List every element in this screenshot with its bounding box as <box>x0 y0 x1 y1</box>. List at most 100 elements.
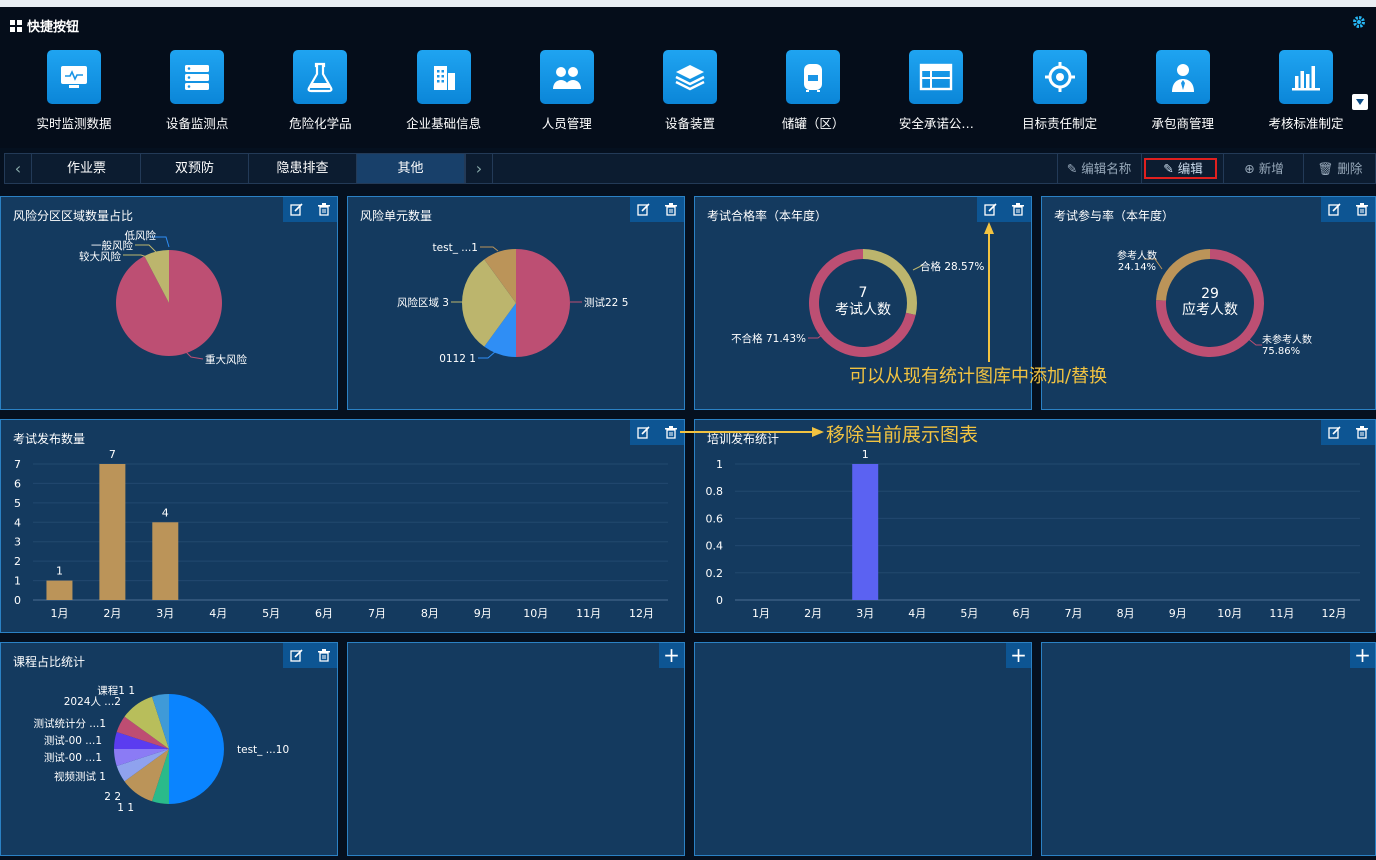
tab-yinhuanpaicha[interactable]: 隐患排查 <box>249 154 357 183</box>
rename-button[interactable]: ✎ 编辑名称 <box>1057 154 1140 183</box>
delete-button[interactable]: 🗑 删除 <box>1303 154 1376 183</box>
x-tick-label: 3月 <box>156 607 174 620</box>
x-tick-label: 1月 <box>50 607 68 620</box>
y-tick-label: 0.2 <box>706 567 724 580</box>
pie-chart <box>462 249 570 357</box>
x-tick-label: 9月 <box>474 607 492 620</box>
y-tick-label: 3 <box>14 536 21 549</box>
tab-shuangyufang[interactable]: 双预防 <box>141 154 249 183</box>
y-tick-label: 0.4 <box>706 540 724 553</box>
x-tick-label: 7月 <box>1065 607 1083 620</box>
quick-button-4[interactable]: 企业基础信息 <box>384 50 504 132</box>
y-tick-label: 0 <box>14 594 21 607</box>
x-tick-label: 1月 <box>752 607 770 620</box>
flask-icon <box>293 50 348 104</box>
quick-button-9[interactable]: 目标责任制定 <box>1000 50 1120 132</box>
quick-button-label: 人员管理 <box>541 116 592 131</box>
tabs-next-button[interactable]: › <box>465 154 493 183</box>
monitor-icon <box>47 50 101 104</box>
pie-label: test_ ...1 <box>433 242 478 254</box>
pie-label: 测试22 5 <box>584 296 628 309</box>
add-label: 新增 <box>1258 161 1284 176</box>
quick-buttons-header: 快捷按钮 <box>10 16 79 35</box>
pie-label: 较大风险 <box>79 250 121 263</box>
add-chart-button[interactable]: + <box>659 643 684 668</box>
pie-label: 风险区域 3 <box>397 296 449 309</box>
quick-button-11[interactable]: 考核标准制定 <box>1246 50 1366 132</box>
annotation-replace: 可以从现有统计图库中添加/替换 <box>849 366 1108 387</box>
table-icon <box>909 50 964 104</box>
quick-button-label: 实时监测数据 <box>36 116 112 131</box>
x-tick-label: 10月 <box>523 607 548 620</box>
quick-button-3[interactable]: 危险化学品 <box>260 50 380 132</box>
donut-label: 参考人数 <box>1117 249 1157 262</box>
pie-label: 重大风险 <box>205 353 247 366</box>
quick-button-7[interactable]: 储罐（区） <box>753 50 873 132</box>
panel-training-publish: 培训发布统计 0 0.2 0.4 0.6 0.8 1 1月 2月 3月 1 4月 5月 6月 7月 8月 9月… <box>694 419 1376 633</box>
target-icon <box>1032 50 1087 104</box>
quick-button-label: 储罐（区） <box>781 116 845 131</box>
quick-button-2[interactable]: 设备监测点 <box>137 50 257 132</box>
quick-button-label: 承包商管理 <box>1151 116 1215 131</box>
x-tick-label: 11月 <box>576 607 601 620</box>
quick-button-label: 设备装置 <box>664 116 715 131</box>
x-tick-label: 9月 <box>1169 607 1187 620</box>
bar <box>99 464 126 600</box>
bar <box>152 522 179 600</box>
add-chart-button[interactable]: + <box>1006 643 1031 668</box>
y-tick-label: 1 <box>716 458 723 471</box>
x-tick-label: 2月 <box>804 607 822 620</box>
quick-button-8[interactable]: 安全承诺公… <box>876 50 996 132</box>
quick-button-label: 设备监测点 <box>165 116 229 131</box>
pie-slice-major-risk <box>116 250 223 356</box>
annotation-remove: 移除当前展示图表 <box>826 424 979 446</box>
bar-chart-icon <box>1279 50 1333 104</box>
pie-label: 0112 1 <box>439 353 476 365</box>
top-strip <box>0 0 1376 7</box>
x-tick-label: 4月 <box>908 607 926 620</box>
quick-button-label: 危险化学品 <box>289 116 352 131</box>
donut-center-value: 7 <box>859 285 868 301</box>
y-tick-label: 5 <box>14 497 21 510</box>
quick-more-dropdown-button[interactable] <box>1352 94 1368 110</box>
quick-button-10[interactable]: 承包商管理 <box>1123 50 1243 132</box>
tab-qita[interactable]: 其他 <box>357 154 465 183</box>
x-tick-label: 5月 <box>960 607 978 620</box>
quick-button-5[interactable]: 人员管理 <box>507 50 627 132</box>
server-icon <box>170 50 225 104</box>
person-tie-icon <box>1155 50 1210 104</box>
x-tick-label: 12月 <box>1321 607 1346 620</box>
pie-chart <box>114 694 224 804</box>
pie-label: 2024人 ...2 <box>64 696 121 708</box>
pie-label: 测试统计分 ...1 <box>33 717 106 730</box>
add-button[interactable]: ⊕ 新增 <box>1223 154 1304 183</box>
tab-zuoyepiao[interactable]: 作业票 <box>33 154 141 183</box>
bar <box>46 580 73 600</box>
tank-icon <box>786 50 841 104</box>
quick-button-6[interactable]: 设备装置 <box>630 50 750 132</box>
x-tick-label: 11月 <box>1269 607 1294 620</box>
donut-label: 不合格 71.43% <box>731 332 806 345</box>
bar <box>852 464 879 600</box>
x-tick-label: 6月 <box>315 607 333 620</box>
quick-button-1[interactable]: 实时监测数据 <box>14 50 134 132</box>
tabs-prev-button[interactable]: ‹ <box>5 154 32 183</box>
x-tick-label: 4月 <box>209 607 227 620</box>
pie-label: 视频测试 1 <box>54 770 106 783</box>
pie-label: 1 1 <box>117 802 134 814</box>
donut-center-label: 应考人数 <box>1182 301 1238 318</box>
panel-empty-3: + <box>1041 642 1376 856</box>
quick-button-label: 安全承诺公… <box>898 116 974 131</box>
edit-icon: ✎ <box>1066 161 1082 176</box>
layers-icon <box>663 50 717 104</box>
panel-empty-2: + <box>694 642 1032 856</box>
bar-data-label: 4 <box>162 506 169 519</box>
x-tick-label: 3月 <box>856 607 874 620</box>
add-chart-button[interactable]: + <box>1350 643 1375 668</box>
gear-icon[interactable] <box>1352 15 1366 33</box>
panel-empty-1: + <box>347 642 685 856</box>
donut-center-value: 29 <box>1201 286 1219 302</box>
y-tick-label: 0 <box>716 594 723 607</box>
building-icon <box>416 50 471 104</box>
y-tick-label: 0.6 <box>706 512 724 525</box>
